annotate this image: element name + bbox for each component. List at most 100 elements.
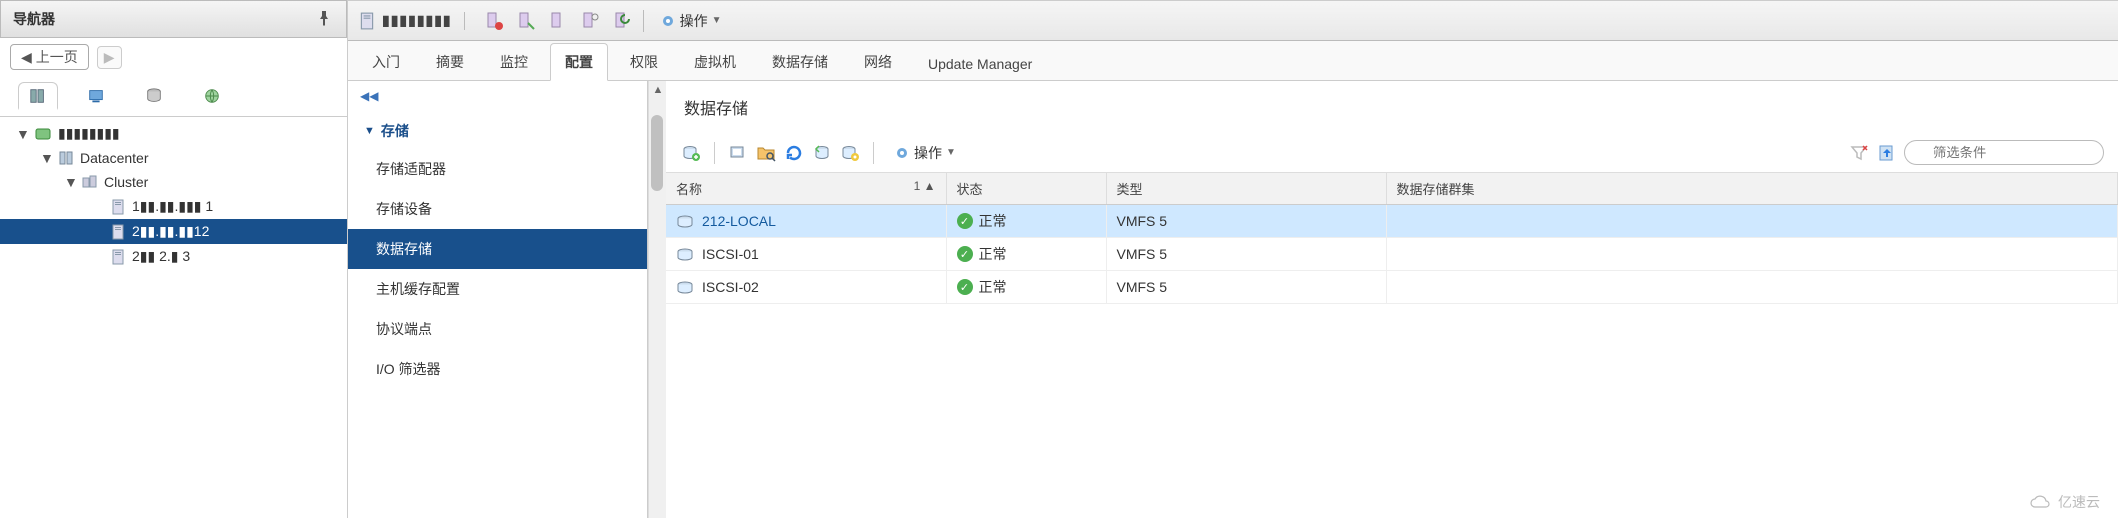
tab-configure[interactable]: 配置 [550,43,608,81]
tb-power-icon[interactable] [547,10,569,32]
navigator-title: 导航器 [13,9,55,29]
actions-menu[interactable]: 操作 ▼ [652,11,730,31]
table-row[interactable]: 212-LOCAL✓正常VMFS 5 [666,205,2118,238]
cluster-icon [82,174,98,190]
tab-summary[interactable]: 摘要 [422,44,478,80]
ds-register-vm-icon[interactable] [727,142,749,164]
host-icon [358,12,376,30]
ds-actions-menu[interactable]: 操作 ▼ [886,143,964,163]
inventory-tree: ▼ ▮▮▮▮▮▮▮▮ ▼ Datacenter ▼ Cluster 1▮▮.▮▮… [0,117,347,518]
ds-filter-clear-icon[interactable] [1848,142,1870,164]
config-scrollbar[interactable]: ▲ [648,81,666,518]
tree-cluster[interactable]: ▼ Cluster [0,170,347,194]
config-item-datastores[interactable]: 数据存储 [348,229,647,269]
config-item-storage-adapters[interactable]: 存储适配器 [348,149,647,189]
ds-export-icon[interactable] [1876,142,1898,164]
config-sidebar: ◀◀ ▼ 存储 存储适配器 存储设备 数据存储 主机缓存配置 协议端点 I/O … [348,81,648,518]
ds-new-icon[interactable] [680,142,702,164]
tab-networks[interactable]: 网络 [850,44,906,80]
host-icon [110,249,126,265]
config-item-protocol-endpoints[interactable]: 协议端点 [348,309,647,349]
filter-wrap [1904,140,2104,165]
tree-host-0[interactable]: 1▮▮.▮▮.▮▮▮ 1 [0,194,347,219]
col-type[interactable]: 类型 [1106,173,1386,205]
col-status[interactable]: 状态 [946,173,1106,205]
tab-datastores[interactable]: 数据存储 [758,44,842,80]
status-ok-icon: ✓ [957,213,973,229]
ds-browse-icon[interactable] [755,142,777,164]
datastore-table: 名称 1 ▲ 状态 类型 数据存储群集 212-LOCAL✓正常VMFS 5IS… [666,173,2118,304]
sort-indicator: 1 ▲ [914,179,936,193]
object-title: ▮▮▮▮▮▮▮▮ [382,12,452,29]
cell-type: VMFS 5 [1106,238,1386,271]
chevron-left-icon: ◀ [21,49,32,66]
tree-host-2[interactable]: 2▮▮ 2.▮ 3 [0,244,347,269]
watermark: 亿速云 [2028,492,2100,512]
watermark-text: 亿速云 [2058,492,2100,512]
config-group-title[interactable]: ▼ 存储 [348,113,647,149]
ds-refresh-icon[interactable] [783,142,805,164]
cell-status-text: 正常 [979,277,1007,297]
ds-actions-label: 操作 [914,143,942,163]
cell-status: ✓正常 [946,238,1106,271]
caret-down-icon: ▼ [64,174,76,190]
datastore-icon [676,281,694,295]
back-label: 上一页 [36,47,78,67]
scroll-up-icon[interactable]: ▲ [651,83,665,97]
nav-tab-network[interactable] [192,82,232,110]
tree-host-0-label: 1▮▮.▮▮.▮▮▮ 1 [132,198,213,215]
tab-getting-started[interactable]: 入门 [358,44,414,80]
col-name[interactable]: 名称 1 ▲ [666,173,946,205]
tab-monitor[interactable]: 监控 [486,44,542,80]
status-ok-icon: ✓ [957,246,973,262]
main-panel: ▮▮▮▮▮▮▮▮ 操作 ▼ 入门 摘要 监控 配置 权限 虚拟机 数据存储 [348,0,2118,518]
cloud-icon [2028,494,2052,510]
tree-root-label: ▮▮▮▮▮▮▮▮ [58,125,120,142]
tree-root[interactable]: ▼ ▮▮▮▮▮▮▮▮ [0,121,347,146]
caret-down-icon: ▼ [40,150,52,166]
config-group-storage: ▼ 存储 存储适配器 存储设备 数据存储 主机缓存配置 协议端点 I/O 筛选器 [348,111,647,391]
navigator-header: 导航器 [0,0,347,38]
ds-manage-icon[interactable] [839,142,861,164]
tb-connect-icon[interactable] [483,10,505,32]
host-icon [110,224,126,240]
tb-refresh-icon[interactable] [611,10,633,32]
tb-enter-maintenance-icon[interactable] [515,10,537,32]
col-name-label: 名称 [676,182,702,197]
pin-icon[interactable] [316,10,334,28]
separator [873,142,874,164]
table-row[interactable]: ISCSI-02✓正常VMFS 5 [666,271,2118,304]
cell-name-text: ISCSI-01 [702,246,759,262]
chevron-down-icon: ▼ [946,147,956,158]
caret-down-icon: ▼ [16,126,28,142]
main-tabs: 入门 摘要 监控 配置 权限 虚拟机 数据存储 网络 Update Manage… [348,41,2118,81]
nav-tab-vms[interactable] [76,82,116,110]
tab-permissions[interactable]: 权限 [616,44,672,80]
caret-down-icon: ▼ [364,125,375,137]
ds-increase-icon[interactable] [811,142,833,164]
table-row[interactable]: ISCSI-01 ✓正常VMFS 5 [666,238,2118,271]
tab-update-manager[interactable]: Update Manager [914,48,1046,80]
toolbar-icons [473,10,644,32]
main-toolbar: ▮▮▮▮▮▮▮▮ 操作 ▼ [348,1,2118,41]
nav-tab-storage[interactable] [134,82,174,110]
status-ok-icon: ✓ [957,279,973,295]
col-cluster[interactable]: 数据存储群集 [1386,173,2118,205]
back-button[interactable]: ◀ 上一页 [10,44,89,70]
tree-host-1[interactable]: 2▮▮.▮▮.▮▮12 [0,219,347,244]
collapse-sidebar-button[interactable]: ◀◀ [348,81,647,111]
tab-vms[interactable]: 虚拟机 [680,44,750,80]
gear-icon [660,13,676,29]
filter-input[interactable] [1904,140,2104,165]
gear-icon [894,145,910,161]
config-item-storage-devices[interactable]: 存储设备 [348,189,647,229]
config-item-io-filters[interactable]: I/O 筛选器 [348,349,647,389]
tree-datacenter[interactable]: ▼ Datacenter [0,146,347,170]
nav-tab-hosts[interactable] [18,82,58,110]
separator [714,142,715,164]
scroll-thumb[interactable] [651,115,663,191]
config-item-host-cache[interactable]: 主机缓存配置 [348,269,647,309]
tb-reboot-icon[interactable] [579,10,601,32]
forward-button[interactable]: ▶ [97,46,122,69]
config-group-label: 存储 [381,121,409,141]
